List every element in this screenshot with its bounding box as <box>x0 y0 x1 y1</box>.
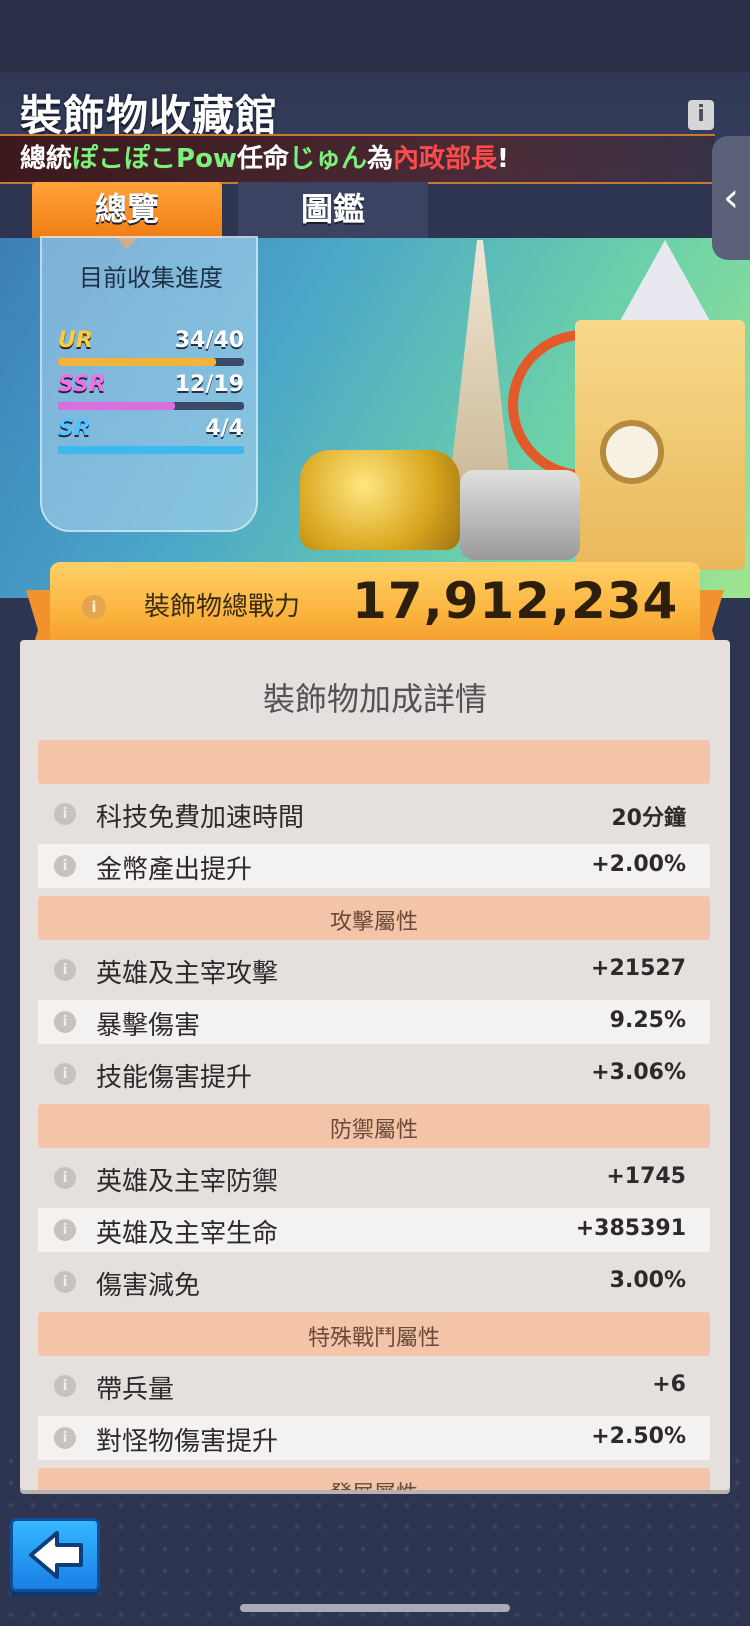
rarity-tag: SSR <box>58 372 106 397</box>
ticker-target: じゅん <box>288 144 367 174</box>
stat-row[interactable]: i 暴擊傷害 9.25% <box>38 1000 710 1044</box>
stat-value: 9.25% <box>609 1008 686 1033</box>
info-icon[interactable]: i <box>54 1219 76 1241</box>
section-header: 發展屬性 <box>38 1468 710 1490</box>
tab-overview[interactable]: 總覽 <box>32 182 222 250</box>
stat-row[interactable]: i 科技免費加速時間 20分鐘 <box>38 792 710 836</box>
stat-value: 20分鐘 <box>611 806 686 831</box>
rarity-progress-fill <box>58 446 244 454</box>
ticker-prefix: 總統 <box>20 144 73 174</box>
stat-label: 英雄及主宰攻擊 <box>96 959 279 989</box>
ticker-player: ぽこぽこPow <box>72 144 237 174</box>
bonus-details-title: 裝飾物加成詳情 <box>262 680 487 718</box>
rarity-progress-track <box>58 402 244 410</box>
stat-row[interactable]: i 英雄及主宰生命 +385391 <box>38 1208 710 1252</box>
section-header: 特殊戰鬥屬性 <box>38 1312 710 1356</box>
stat-value: +385391 <box>575 1216 686 1241</box>
rarity-progress-fill <box>58 358 217 366</box>
stat-label: 帶兵量 <box>96 1375 175 1405</box>
bonus-details-panel[interactable]: 裝飾物加成詳情 i 科技免費加速時間 20分鐘 i 金幣產出提升 +2.00% 攻擊屬性 i 英… <box>20 640 730 1490</box>
chevron-left-icon[interactable]: ‹ <box>712 136 750 260</box>
stat-row[interactable]: i 英雄及主宰攻擊 +21527 <box>38 948 710 992</box>
stat-label: 技能傷害提升 <box>96 1063 253 1093</box>
info-icon[interactable]: i <box>54 1167 76 1189</box>
total-power-value: 17,912,234 <box>352 572 679 630</box>
info-icon[interactable]: i <box>54 803 76 825</box>
stat-value: +2.50% <box>591 1424 686 1449</box>
rarity-progress-row: UR 34/40 <box>58 328 244 366</box>
total-power-label: 裝飾物總戰力 <box>144 592 301 622</box>
rarity-count: 4/4 <box>205 416 244 441</box>
collection-progress-card: 目前收集進度 UR 34/40 SSR 12/19 SR 4/4 <box>40 236 258 532</box>
section-label: 特殊戰鬥屬性 <box>307 1326 440 1351</box>
rarity-progress-row: SR 4/4 <box>58 416 244 454</box>
info-icon[interactable]: i <box>54 1011 76 1033</box>
stat-label: 科技免費加速時間 <box>96 803 305 833</box>
stat-label: 金幣產出提升 <box>96 855 253 885</box>
section-header: 攻擊屬性 <box>38 896 710 940</box>
ticker-connector: 為 <box>367 144 394 174</box>
section-label: 發展屬性 <box>38 1476 710 1490</box>
tab-codex[interactable]: 圖鑑 <box>238 182 428 238</box>
stat-row[interactable]: i 英雄及主宰防禦 +1745 <box>38 1156 710 1200</box>
stat-value: +6 <box>652 1372 686 1397</box>
section-label: 防禦屬性 <box>329 1118 418 1143</box>
stat-value: +3.06% <box>591 1060 686 1085</box>
section-header: 防禦屬性 <box>38 1104 710 1148</box>
stat-label: 英雄及主宰防禦 <box>96 1167 279 1197</box>
info-icon[interactable]: i <box>54 1271 76 1293</box>
stat-value: 3.00% <box>609 1268 686 1293</box>
stat-label: 傷害減免 <box>96 1271 201 1301</box>
stat-row[interactable]: i 金幣產出提升 +2.00% <box>38 844 710 888</box>
ticker-middle: 任命 <box>236 144 289 174</box>
stat-value: +21527 <box>591 956 686 981</box>
power-info-icon[interactable]: i <box>82 595 106 619</box>
section-label: 攻擊屬性 <box>329 910 418 935</box>
info-icon[interactable]: i <box>54 959 76 981</box>
ticker-suffix: ! <box>497 144 509 174</box>
rarity-tag: SR <box>58 416 91 441</box>
ticker-role: 內政部長 <box>393 144 498 174</box>
info-icon[interactable]: i <box>54 1427 76 1449</box>
info-icon[interactable]: i <box>54 855 76 877</box>
jeep-decoration[interactable] <box>460 470 580 560</box>
rarity-count: 34/40 <box>174 328 244 353</box>
back-button[interactable] <box>10 1518 100 1592</box>
rarity-count: 12/19 <box>174 372 244 397</box>
progress-title: 目前收集進度 <box>79 264 223 292</box>
golden-tank-decoration[interactable] <box>300 450 460 550</box>
clock-face-decoration <box>600 420 664 484</box>
info-icon[interactable]: i <box>54 1063 76 1085</box>
rarity-progress-fill <box>58 402 176 410</box>
rarity-progress-track <box>58 358 244 366</box>
stat-label: 英雄及主宰生命 <box>96 1219 279 1249</box>
stat-row[interactable]: i 帶兵量 +6 <box>38 1364 710 1408</box>
stat-row[interactable]: i 傷害減免 3.00% <box>38 1260 710 1304</box>
info-icon[interactable]: i <box>54 1375 76 1397</box>
top-bar <box>0 0 750 72</box>
announcement-ticker: 總統ぽこぽこPow任命じゅん為內政部長! <box>0 134 715 184</box>
rarity-progress-row: SSR 12/19 <box>58 372 244 410</box>
rarity-progress-track <box>58 446 244 454</box>
arrow-left-icon <box>29 1531 83 1579</box>
stat-value: +1745 <box>606 1164 686 1189</box>
info-icon[interactable]: i <box>688 100 714 130</box>
rarity-tag: UR <box>58 328 93 353</box>
stat-value: +2.00% <box>591 852 686 877</box>
stat-row[interactable]: i 技能傷害提升 +3.06% <box>38 1052 710 1096</box>
home-indicator <box>240 1604 510 1612</box>
stat-label: 暴擊傷害 <box>96 1011 201 1041</box>
section-header <box>38 740 710 784</box>
stat-label: 對怪物傷害提升 <box>96 1427 279 1457</box>
stat-row[interactable]: i 對怪物傷害提升 +2.50% <box>38 1416 710 1460</box>
